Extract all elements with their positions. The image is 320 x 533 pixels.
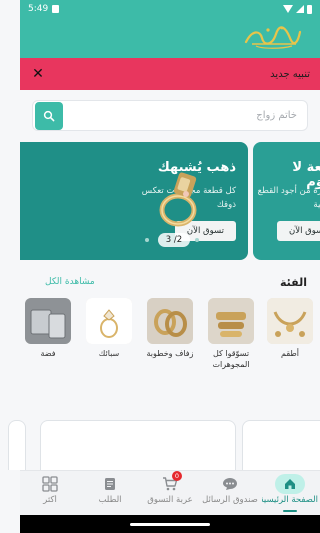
category-item-all-jewelry[interactable]: تسوّقوا كل المجوهرات bbox=[203, 298, 259, 370]
orders-icon bbox=[99, 474, 121, 494]
brand-logo bbox=[244, 26, 302, 49]
sd-card-icon bbox=[52, 5, 60, 13]
search-input[interactable] bbox=[63, 110, 307, 121]
search-button[interactable] bbox=[35, 101, 63, 130]
active-tab-indicator bbox=[283, 510, 297, 512]
category-image bbox=[86, 298, 132, 344]
battery-icon bbox=[307, 4, 312, 14]
cart-icon: 0 bbox=[159, 471, 182, 494]
chat-icon bbox=[219, 474, 241, 494]
search-icon bbox=[43, 110, 55, 121]
category-name: فضة bbox=[40, 349, 56, 358]
nav-label: الصفحة الرئيسية bbox=[262, 495, 318, 505]
more-icon bbox=[39, 474, 61, 494]
view-all-link[interactable]: مشاهدة الكل bbox=[45, 277, 95, 287]
category-image bbox=[267, 298, 313, 344]
category-name: تسوّقوا كل المجوهرات bbox=[212, 349, 250, 369]
signal-icon bbox=[296, 5, 304, 13]
nav-item-more[interactable]: أكثر bbox=[22, 474, 78, 505]
nav-label: الطلب bbox=[98, 495, 122, 505]
home-gesture-pill[interactable] bbox=[130, 523, 210, 526]
category-image bbox=[25, 298, 71, 344]
nav-item-orders[interactable]: الطلب bbox=[82, 474, 138, 505]
category-image bbox=[147, 298, 193, 344]
banner-slide-current[interactable]: ذهب يُشبهك كل قطعة مجوهرات تعكس ذوقك تسو… bbox=[20, 142, 248, 260]
category-item-wedding[interactable]: زفاف وخطوبة bbox=[142, 298, 198, 359]
shop-now-button[interactable]: تسوق الآن bbox=[277, 221, 320, 241]
product-card[interactable] bbox=[40, 420, 236, 470]
nav-label: أكثر bbox=[43, 495, 57, 505]
carousel-dot[interactable] bbox=[195, 238, 199, 242]
cart-count-badge: 0 bbox=[172, 471, 182, 481]
search-box bbox=[32, 100, 308, 131]
ring-image bbox=[159, 172, 197, 227]
carousel-pager: 3 /2 bbox=[158, 233, 190, 247]
close-icon[interactable]: ✕ bbox=[30, 66, 46, 82]
nav-item-cart[interactable]: 0 عربة التسوق bbox=[142, 471, 198, 505]
carousel-dot[interactable] bbox=[145, 238, 149, 242]
notice-bar: تنبيه جديد ✕ bbox=[20, 58, 320, 90]
banner-slide-next[interactable]: قطعة لا تُقاوَم مختارة من أجود القطع الذ… bbox=[253, 142, 320, 260]
nav-item-home[interactable]: الصفحة الرئيسية bbox=[262, 474, 318, 505]
app-header bbox=[20, 18, 320, 58]
system-gesture-bar bbox=[20, 515, 320, 533]
nav-label: عربة التسوق bbox=[147, 495, 193, 505]
category-name: أطقم bbox=[281, 349, 299, 358]
home-icon bbox=[275, 474, 305, 494]
wifi-icon bbox=[283, 5, 293, 13]
category-item-sets[interactable]: أطقم bbox=[262, 298, 318, 359]
category-list: أطقم تسوّقوا كل المجوهرات زفاف وخطوبة سب… bbox=[20, 298, 320, 376]
nav-item-messages[interactable]: صندوق الرسائل bbox=[202, 474, 258, 505]
notice-label: تنبيه جديد bbox=[270, 68, 310, 80]
category-image bbox=[208, 298, 254, 344]
status-time: 5:49 bbox=[28, 4, 49, 14]
product-card[interactable] bbox=[242, 420, 320, 470]
category-heading: الفئة bbox=[280, 276, 307, 289]
nav-label: صندوق الرسائل bbox=[202, 495, 258, 505]
category-item-silver[interactable]: فضة bbox=[20, 298, 76, 359]
bottom-navigation: الصفحة الرئيسية صندوق الرسائل 0 عربة الت… bbox=[20, 470, 320, 515]
status-bar: 5:49 bbox=[20, 0, 320, 18]
category-name: سبائك bbox=[98, 349, 120, 358]
category-item-bullion[interactable]: سبائك bbox=[81, 298, 137, 359]
product-card[interactable] bbox=[8, 420, 26, 470]
category-name: زفاف وخطوبة bbox=[146, 349, 194, 358]
banner-description: مختارة من أجود القطع الذهبية bbox=[257, 186, 320, 210]
